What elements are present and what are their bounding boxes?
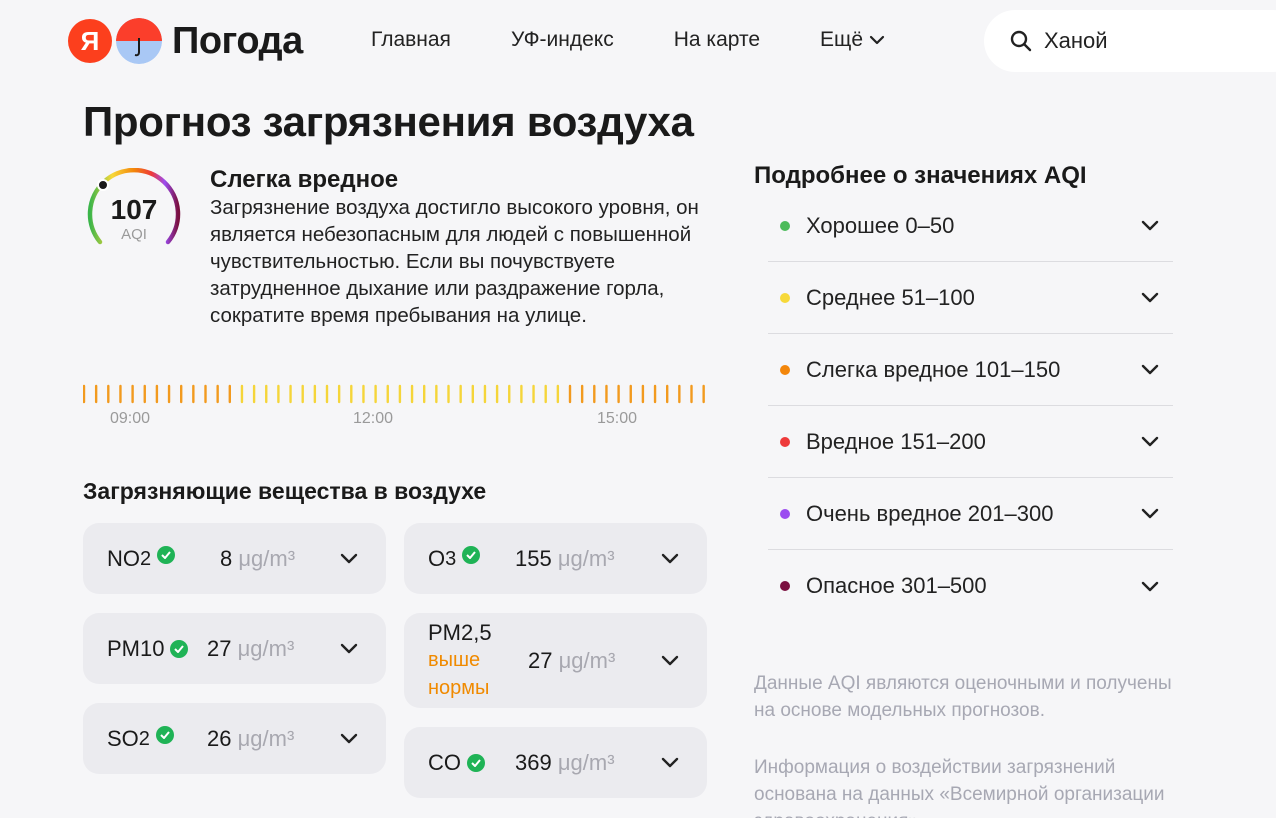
pollutant-name: O3	[428, 545, 481, 572]
search-input[interactable]: Ханой	[984, 10, 1276, 72]
time-label: 09:00	[110, 410, 151, 427]
aqi-value: 107	[110, 194, 158, 225]
chevron-down-icon	[661, 553, 679, 564]
chevron-down-icon	[340, 553, 358, 564]
chevron-down-icon	[1141, 364, 1159, 375]
check-icon	[170, 639, 189, 658]
aqi-scale-item-very-unhealthy[interactable]: Очень вредное 201–300	[768, 478, 1173, 550]
aqi-note: Данные AQI являются оценочными и получен…	[754, 673, 1172, 721]
pollutant-card-co[interactable]: CO 369 μg/m³	[404, 727, 707, 798]
nav-map[interactable]: На карте	[674, 28, 760, 52]
umbrella-logo-icon	[116, 18, 162, 64]
pollutant-name: PM10	[107, 636, 189, 662]
pollutant-card-pm25[interactable]: PM2,5 выше нормы 27 μg/m³	[404, 613, 707, 708]
pollutant-warning: выше нормы	[428, 648, 490, 699]
nav-more[interactable]: Ещё	[820, 28, 885, 52]
nav-home[interactable]: Главная	[371, 28, 451, 52]
gauge-marker	[97, 179, 109, 191]
aqi-unit: AQI	[121, 226, 147, 243]
chevron-down-icon	[1141, 220, 1159, 231]
check-icon	[155, 725, 174, 744]
aqi-scale-label: Среднее 51–100	[806, 284, 975, 310]
pollutant-name: CO	[428, 750, 485, 776]
aqi-scale-item-sensitive[interactable]: Слегка вредное 101–150	[768, 334, 1173, 406]
status-dot	[780, 436, 790, 447]
aqi-scale-item-hazardous[interactable]: Опасное 301–500	[768, 550, 1173, 622]
pollutant-value: 26 μg/m³	[207, 725, 295, 751]
pollutant-card-pm10[interactable]: PM10 27 μg/m³	[83, 613, 386, 684]
chevron-down-icon	[1141, 508, 1159, 519]
check-icon	[467, 753, 485, 772]
pollutant-value: 27 μg/m³	[207, 635, 295, 661]
logo-text: Погода	[172, 19, 303, 62]
nav-more-label: Ещё	[820, 28, 863, 51]
yandex-logo: Я	[68, 19, 112, 63]
check-icon	[157, 545, 176, 564]
check-icon	[462, 545, 481, 564]
logo[interactable]: Я Погода	[68, 18, 303, 64]
pollutant-card-so2[interactable]: SO 2 26 μg/m³	[83, 703, 386, 774]
status-dot	[780, 220, 790, 231]
pollutant-value: 155 μg/m³	[515, 545, 615, 571]
aqi-level: Слегка вредное	[210, 166, 399, 193]
aqi-scale-label: Слегка вредное 101–150	[806, 356, 1061, 382]
who-note: Информация о воздействии загрязнений осн…	[754, 757, 1165, 818]
chevron-down-icon	[340, 733, 358, 744]
pollutant-name: NO 2	[107, 545, 176, 572]
aqi-gauge: 107 AQI	[84, 167, 184, 248]
pollutant-value: 369 μg/m³	[515, 749, 615, 775]
pollutant-card-o3[interactable]: O3 155 μg/m³	[404, 523, 707, 594]
pollutant-value: 27 μg/m³	[528, 647, 616, 673]
pollutant-name-block: PM2,5 выше нормы	[428, 620, 518, 702]
pollutant-name: PM2,5	[428, 619, 492, 645]
aqi-description: Загрязнение воздуха достигло высокого ур…	[210, 196, 699, 327]
pollutant-name: SO 2	[107, 725, 174, 752]
time-label: 12:00	[353, 410, 394, 427]
chevron-down-icon	[661, 655, 679, 666]
nav-uv-index[interactable]: УФ-индекс	[511, 28, 614, 52]
chevron-down-icon	[1141, 581, 1159, 591]
chevron-down-icon	[1141, 292, 1159, 303]
pollutant-value: 8 μg/m³	[220, 545, 296, 571]
chevron-down-icon	[1141, 436, 1159, 447]
aqi-scale-label: Очень вредное 201–300	[806, 500, 1054, 526]
page-title: Прогноз загрязнения воздуха	[83, 98, 694, 145]
chevron-down-icon	[869, 35, 885, 45]
time-label: 15:00	[597, 410, 638, 427]
aqi-scale-item-good[interactable]: Хорошее 0–50	[768, 190, 1173, 262]
pollutants-title: Загрязняющие вещества в воздухе	[83, 478, 487, 504]
aqi-scale-label: Вредное 151–200	[806, 428, 986, 454]
aqi-scale-item-unhealthy[interactable]: Вредное 151–200	[768, 406, 1173, 478]
aqi-timeline[interactable]	[83, 384, 709, 404]
aqi-scale-title: Подробнее о значениях AQI	[754, 162, 1087, 189]
status-dot	[780, 508, 790, 519]
status-dot	[780, 292, 790, 303]
aqi-scale-label: Опасное 301–500	[806, 573, 987, 598]
chevron-down-icon	[340, 643, 358, 654]
main-nav: Главная УФ-индекс На карте Ещё	[371, 28, 885, 52]
aqi-scale-label: Хорошее 0–50	[806, 212, 955, 238]
chevron-down-icon	[661, 757, 679, 768]
pollutant-card-no2[interactable]: NO 2 8 μg/m³	[83, 523, 386, 594]
status-dot	[780, 364, 790, 375]
status-dot	[780, 581, 790, 591]
search-icon	[1010, 30, 1032, 52]
search-value: Ханой	[1044, 28, 1108, 53]
aqi-scale-item-moderate[interactable]: Среднее 51–100	[768, 262, 1173, 334]
